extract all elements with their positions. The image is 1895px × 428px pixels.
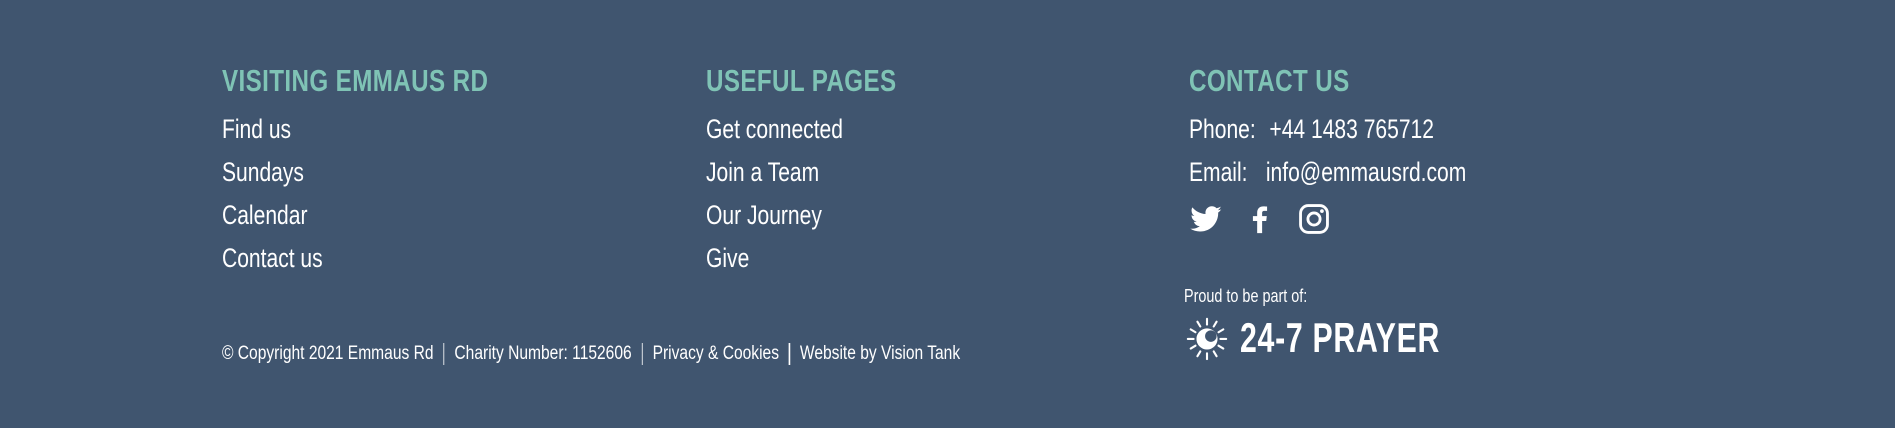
join-a-team-link[interactable]: Join a Team — [706, 151, 819, 194]
sundays-link[interactable]: Sundays — [222, 151, 304, 194]
phone-link[interactable]: +44 1483 765712 — [1269, 114, 1434, 144]
email-line: Email: info@emmausrd.com — [1189, 151, 1466, 194]
useful-pages-heading: USEFUL PAGES — [706, 63, 897, 98]
contact-heading: CONTACT US — [1189, 63, 1350, 98]
twitter-icon[interactable] — [1189, 202, 1223, 236]
facebook-icon[interactable] — [1243, 202, 1277, 236]
visiting-heading: VISITING EMMAUS RD — [222, 63, 489, 98]
charity-number: Charity Number: 1152606 — [454, 343, 632, 364]
website-credit-link[interactable]: Website by Vision Tank — [800, 343, 960, 365]
contact-details: Phone: +44 1483 765712 Email: info@emmau… — [1189, 108, 1545, 194]
list-item: Find us — [222, 108, 563, 151]
list-item: Calendar — [222, 194, 563, 237]
list-item: Give — [706, 237, 950, 280]
get-connected-link[interactable]: Get connected — [706, 108, 843, 151]
list-item: Get connected — [706, 108, 950, 151]
calendar-link[interactable]: Calendar — [222, 194, 307, 237]
phone-label: Phone: — [1189, 114, 1256, 144]
give-link[interactable]: Give — [706, 237, 749, 280]
prayer-logo-text: 24-7 PRAYER — [1240, 314, 1441, 361]
visiting-column: VISITING EMMAUS RD Find us Sundays Calen… — [222, 58, 563, 280]
email-link[interactable]: info@emmausrd.com — [1266, 157, 1466, 187]
email-label: Email: — [1189, 157, 1248, 187]
list-item: Join a Team — [706, 151, 950, 194]
proud-to-be-part-of-label: Proud to be part of: — [1184, 286, 1308, 306]
our-journey-link[interactable]: Our Journey — [706, 194, 822, 237]
contact-column: CONTACT US Phone: +44 1483 765712 Email:… — [1189, 58, 1545, 236]
find-us-link[interactable]: Find us — [222, 108, 291, 151]
copyright-text: © Copyright 2021 Emmaus Rd — [222, 343, 434, 364]
social-links — [1189, 202, 1545, 236]
list-item: Sundays — [222, 151, 563, 194]
useful-pages-column: USEFUL PAGES Get connected Join a Team O… — [706, 58, 950, 280]
divider — [641, 343, 643, 365]
contact-us-link[interactable]: Contact us — [222, 237, 323, 280]
useful-pages-links: Get connected Join a Team Our Journey Gi… — [706, 108, 950, 280]
visiting-links: Find us Sundays Calendar Contact us — [222, 108, 563, 280]
prayer-logo-link[interactable]: 24-7 PRAYER — [1184, 314, 1518, 362]
divider — [788, 343, 791, 365]
divider — [443, 343, 445, 365]
prayer-logo-icon — [1186, 317, 1228, 361]
phone-line: Phone: +44 1483 765712 — [1189, 108, 1466, 151]
list-item: Our Journey — [706, 194, 950, 237]
instagram-icon[interactable] — [1297, 202, 1331, 236]
list-item: Contact us — [222, 237, 563, 280]
footer-bar: © Copyright 2021 Emmaus Rd Charity Numbe… — [222, 343, 960, 365]
privacy-cookies-link[interactable]: Privacy & Cookies — [653, 343, 779, 365]
